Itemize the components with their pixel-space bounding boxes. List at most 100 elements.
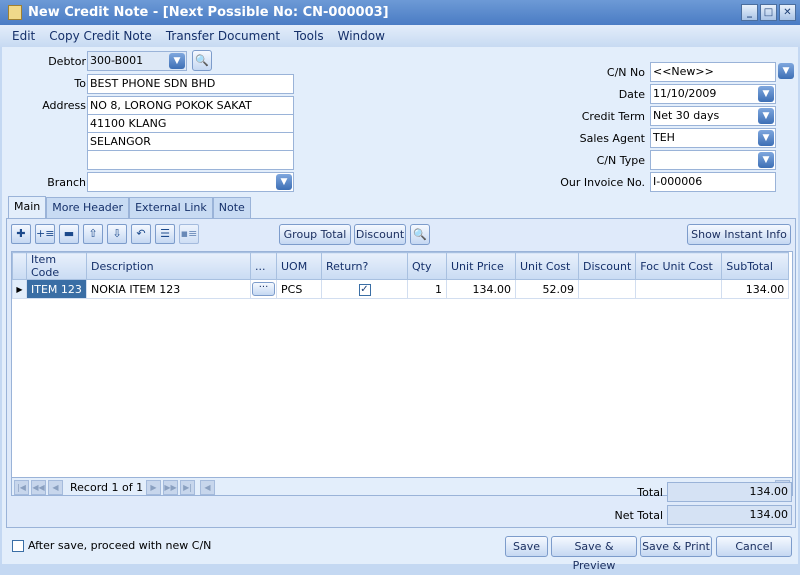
address-line-1[interactable]: NO 8, LORONG POKOK SAKAT bbox=[87, 96, 294, 116]
chevron-down-icon[interactable]: ▼ bbox=[778, 63, 794, 79]
col-subtotal[interactable]: SubTotal bbox=[721, 252, 790, 280]
first-record-icon[interactable]: |◀ bbox=[14, 480, 29, 495]
cell-discount[interactable] bbox=[577, 279, 637, 299]
menu-tools[interactable]: Tools bbox=[287, 29, 331, 43]
cn-type-select[interactable]: ▼ bbox=[650, 150, 776, 170]
credit-term-select[interactable]: Net 30 days ▼ bbox=[650, 106, 776, 126]
address-line-2[interactable]: 41100 KLANG bbox=[87, 114, 294, 134]
save-preview-button[interactable]: Save & Preview bbox=[551, 536, 637, 572]
menu-copy-credit-note[interactable]: Copy Credit Note bbox=[42, 29, 159, 43]
tab-note[interactable]: Note bbox=[212, 197, 251, 218]
more-button[interactable]: ··· bbox=[252, 282, 275, 296]
proceed-checkbox[interactable] bbox=[12, 539, 24, 552]
address-line-3[interactable]: SELANGOR bbox=[87, 132, 294, 152]
cn-no-select[interactable]: <<New>> bbox=[650, 62, 776, 82]
discount-button[interactable]: Discount bbox=[354, 224, 406, 245]
last-record-icon[interactable]: ▶| bbox=[180, 480, 195, 495]
debtor-search-button[interactable]: 🔍 bbox=[192, 50, 212, 71]
branch-select[interactable]: ▼ bbox=[87, 172, 294, 192]
window-title: New Credit Note - [Next Possible No: CN-… bbox=[28, 5, 389, 20]
add-row-icon[interactable]: ✚ bbox=[11, 224, 31, 244]
scroll-left-icon[interactable]: ◀ bbox=[200, 480, 215, 495]
cell-item-code[interactable]: ITEM 123 bbox=[26, 279, 87, 299]
sales-agent-value: TEH bbox=[653, 131, 675, 144]
cell-description[interactable]: NOKIA ITEM 123 bbox=[86, 279, 251, 299]
col-unit-cost[interactable]: Unit Cost bbox=[515, 252, 579, 280]
move-up-icon[interactable]: ⇧ bbox=[83, 224, 103, 244]
to-label: To bbox=[74, 77, 86, 90]
col-foc-unit-cost[interactable]: Foc Unit Cost bbox=[635, 252, 723, 280]
detail-panel: ✚ +≡ ▬ ⇧ ⇩ ↶ ☰ ▪≡ Group Total Discount 🔍… bbox=[6, 218, 796, 528]
group-total-button[interactable]: Group Total bbox=[279, 224, 351, 245]
chevron-down-icon: ▼ bbox=[758, 108, 774, 124]
total-label: Total bbox=[637, 486, 663, 499]
cell-unit-cost[interactable]: 52.09 bbox=[515, 279, 579, 299]
item-grid: Item Code Description ... UOM Return? Qt… bbox=[11, 251, 793, 478]
menu-edit[interactable]: Edit bbox=[5, 29, 42, 43]
cell-subtotal[interactable]: 134.00 bbox=[721, 279, 790, 299]
cn-type-label: C/N Type bbox=[596, 154, 645, 167]
col-discount[interactable]: Discount bbox=[577, 252, 637, 280]
debtor-label: Debtor bbox=[48, 55, 86, 68]
cell-uom[interactable]: PCS bbox=[276, 279, 322, 299]
list-icon[interactable]: ☰ bbox=[155, 224, 175, 244]
cell-qty[interactable]: 1 bbox=[407, 279, 447, 299]
tab-main[interactable]: Main bbox=[8, 196, 47, 218]
minimize-button[interactable]: _ bbox=[741, 4, 758, 21]
branch-label: Branch bbox=[47, 176, 86, 189]
prev-record-icon[interactable]: ◀ bbox=[48, 480, 63, 495]
total-value: 134.00 bbox=[667, 482, 792, 502]
sales-agent-select[interactable]: TEH ▼ bbox=[650, 128, 776, 148]
col-more[interactable]: ... bbox=[250, 252, 277, 280]
save-button[interactable]: Save bbox=[505, 536, 548, 557]
return-checkbox[interactable]: ✓ bbox=[358, 284, 371, 296]
insert-row-icon[interactable]: +≡ bbox=[35, 224, 55, 244]
col-uom[interactable]: UOM bbox=[276, 252, 322, 280]
debtor-value: 300-B001 bbox=[90, 54, 144, 67]
col-item-code[interactable]: Item Code bbox=[26, 252, 87, 280]
col-description[interactable]: Description bbox=[86, 252, 251, 280]
tab-more-header[interactable]: More Header bbox=[46, 197, 130, 218]
chevron-down-icon: ▼ bbox=[758, 152, 774, 168]
menu-transfer-document[interactable]: Transfer Document bbox=[159, 29, 287, 43]
col-qty[interactable]: Qty bbox=[407, 252, 447, 280]
cell-foc-unit-cost[interactable] bbox=[635, 279, 723, 299]
date-label: Date bbox=[618, 88, 645, 101]
chevron-down-icon: ▼ bbox=[169, 53, 185, 69]
proceed-option[interactable]: After save, proceed with new C/N bbox=[12, 539, 211, 552]
address-label: Address bbox=[42, 99, 86, 112]
proceed-label: After save, proceed with new C/N bbox=[28, 539, 212, 552]
credit-term-value: Net 30 days bbox=[653, 109, 720, 122]
magnifier-icon: 🔍 bbox=[413, 228, 427, 241]
tab-external-link[interactable]: External Link bbox=[129, 197, 213, 218]
save-print-button[interactable]: Save & Print bbox=[640, 536, 712, 557]
row-indicator-header bbox=[12, 252, 27, 280]
cell-unit-price[interactable]: 134.00 bbox=[446, 279, 516, 299]
delete-row-icon[interactable]: ▬ bbox=[59, 224, 79, 244]
document-icon bbox=[8, 5, 22, 20]
cell-return[interactable]: ✓ bbox=[321, 279, 408, 299]
debtor-select[interactable]: 300-B001 ▼ bbox=[87, 51, 187, 71]
col-unit-price[interactable]: Unit Price bbox=[446, 252, 516, 280]
address-line-4[interactable] bbox=[87, 150, 294, 170]
table-row[interactable]: ▶ ITEM 123 NOKIA ITEM 123 ··· PCS ✓ 1 13… bbox=[12, 279, 790, 299]
to-field[interactable]: BEST PHONE SDN BHD bbox=[87, 74, 294, 94]
date-field[interactable]: 11/10/2009 ▼ bbox=[650, 84, 776, 104]
prev-page-icon[interactable]: ◀◀ bbox=[31, 480, 46, 495]
undo-icon[interactable]: ↶ bbox=[131, 224, 151, 244]
title-bar: New Credit Note - [Next Possible No: CN-… bbox=[0, 0, 800, 25]
cn-no-value: <<New>> bbox=[653, 65, 714, 78]
next-page-icon[interactable]: ▶▶ bbox=[163, 480, 178, 495]
subtotal-icon[interactable]: ▪≡ bbox=[179, 224, 199, 244]
invoice-field[interactable]: I-000006 bbox=[650, 172, 776, 192]
search-button[interactable]: 🔍 bbox=[410, 224, 430, 245]
current-row-icon: ▶ bbox=[12, 279, 27, 299]
cancel-button[interactable]: Cancel bbox=[716, 536, 792, 557]
show-instant-info-button[interactable]: Show Instant Info bbox=[687, 224, 791, 245]
move-down-icon[interactable]: ⇩ bbox=[107, 224, 127, 244]
menu-window[interactable]: Window bbox=[331, 29, 392, 43]
col-return[interactable]: Return? bbox=[321, 252, 408, 280]
next-record-icon[interactable]: ▶ bbox=[146, 480, 161, 495]
maximize-button[interactable]: □ bbox=[760, 4, 777, 21]
close-button[interactable]: ✕ bbox=[779, 4, 796, 21]
